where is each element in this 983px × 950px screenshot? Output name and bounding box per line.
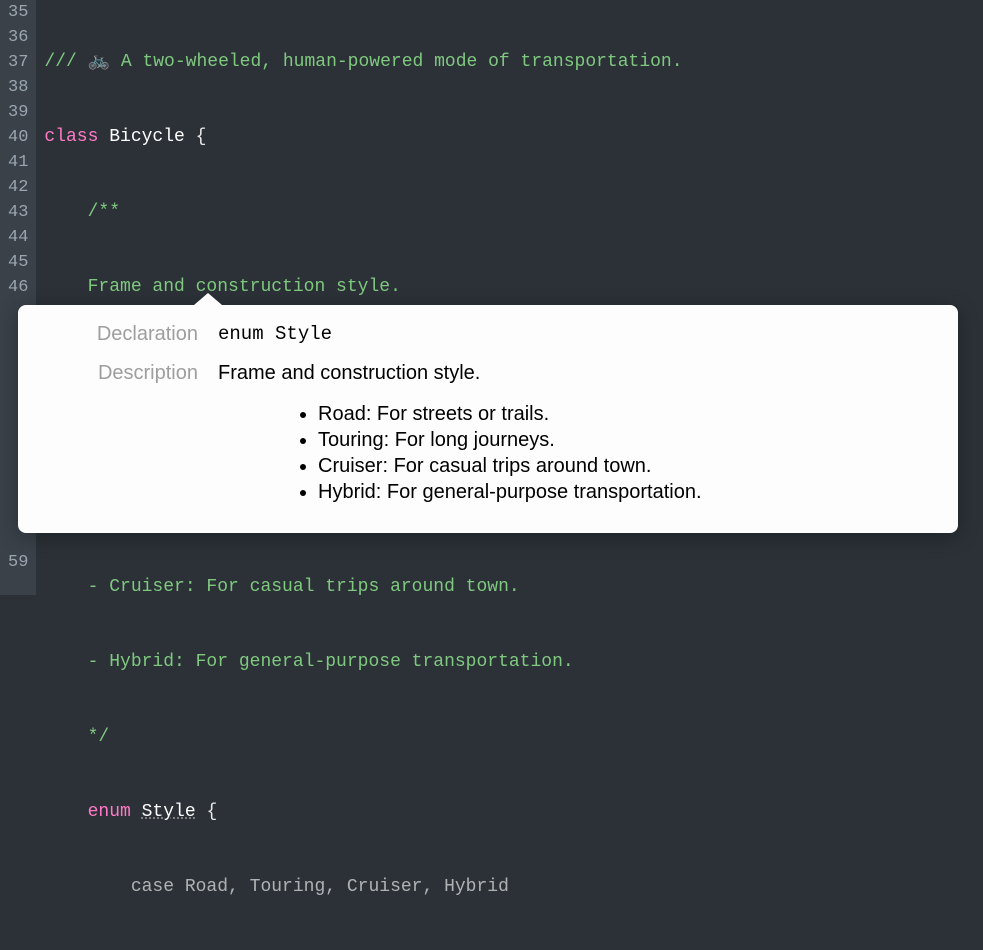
quick-help-popover: Declaration enum Style Description Frame…	[18, 305, 958, 533]
description-row: Description Frame and construction style…	[18, 362, 958, 385]
code-line-43: - Hybrid: For general-purpose transporta…	[44, 650, 983, 675]
code-line-37: /**	[44, 200, 983, 225]
enum-style-symbol[interactable]: Style	[142, 802, 196, 822]
description-label: Description	[18, 362, 218, 385]
line-number: 44	[8, 225, 28, 250]
code-line-35: /// 🚲 A two-wheeled, human-powered mode …	[44, 50, 983, 75]
line-number: 43	[8, 200, 28, 225]
description-bullets: Road: For streets or trails. Touring: Fo…	[318, 401, 958, 505]
line-number: 45	[8, 250, 28, 275]
line-number: 39	[8, 100, 28, 125]
line-number: 40	[8, 125, 28, 150]
code-line-45: enum Style {	[44, 800, 983, 825]
list-item: Road: For streets or trails.	[318, 401, 958, 427]
code-line-46: case Road, Touring, Cruiser, Hybrid	[44, 875, 983, 900]
line-number: 37	[8, 50, 28, 75]
code-line-38: Frame and construction style.	[44, 275, 983, 300]
code-line-44: */	[44, 725, 983, 750]
code-line-42: - Cruiser: For casual trips around town.	[44, 575, 983, 600]
list-item: Cruiser: For casual trips around town.	[318, 453, 958, 479]
line-number: 38	[8, 75, 28, 100]
line-number: 46	[8, 275, 28, 300]
line-number: 42	[8, 175, 28, 200]
line-number: 35	[8, 0, 28, 25]
declaration-row: Declaration enum Style	[18, 323, 958, 346]
line-number: 41	[8, 150, 28, 175]
line-number: 36	[8, 25, 28, 50]
list-item: Touring: For long journeys.	[318, 427, 958, 453]
declaration-value: enum Style	[218, 323, 958, 345]
code-line-36: class Bicycle {	[44, 125, 983, 150]
bicycle-emoji-icon: 🚲	[88, 52, 110, 72]
declaration-label: Declaration	[18, 323, 218, 346]
line-number: 59	[8, 550, 28, 575]
description-value: Frame and construction style.	[218, 362, 958, 385]
list-item: Hybrid: For general-purpose transportati…	[318, 479, 958, 505]
